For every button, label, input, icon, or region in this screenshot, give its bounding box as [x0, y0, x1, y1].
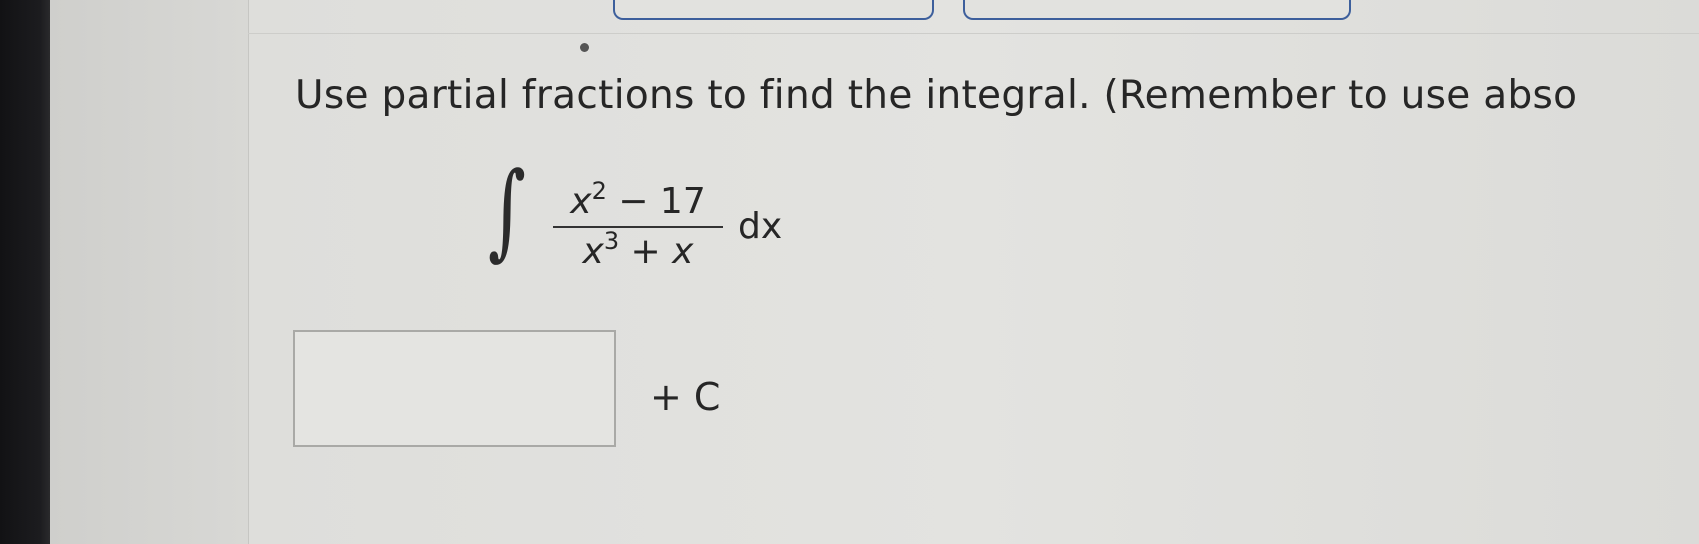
denominator-tail: x: [672, 231, 694, 272]
numerator-rest: − 17: [606, 181, 706, 222]
differential: dx: [738, 206, 782, 247]
top-tab-right[interactable]: [963, 0, 1351, 20]
fraction-bar: [553, 226, 723, 228]
marker-dot: [580, 43, 589, 52]
integral-expression: ∫ x2 − 17 x3 + x dx: [488, 158, 828, 288]
monitor-bezel: [0, 0, 50, 544]
differential-text: dx: [738, 206, 783, 247]
denominator-exponent: 3: [603, 227, 620, 255]
answer-input[interactable]: [293, 330, 616, 447]
denominator: x3 + x: [553, 227, 723, 274]
integral-sign: ∫: [488, 149, 526, 271]
screen: Use partial fractions to find the integr…: [0, 0, 1699, 544]
denominator-variable: x: [582, 231, 604, 272]
numerator-exponent: 2: [591, 177, 607, 205]
denominator-rest: +: [619, 231, 673, 272]
left-margin-panel: [50, 0, 248, 544]
fraction: x2 − 17 x3 + x: [553, 177, 723, 274]
top-tab-left[interactable]: [613, 0, 934, 20]
constant-suffix: + C: [650, 375, 721, 419]
divider: [248, 33, 1699, 34]
numerator-variable: x: [570, 181, 592, 222]
numerator: x2 − 17: [553, 177, 723, 224]
question-text: Use partial fractions to find the integr…: [295, 73, 1578, 118]
